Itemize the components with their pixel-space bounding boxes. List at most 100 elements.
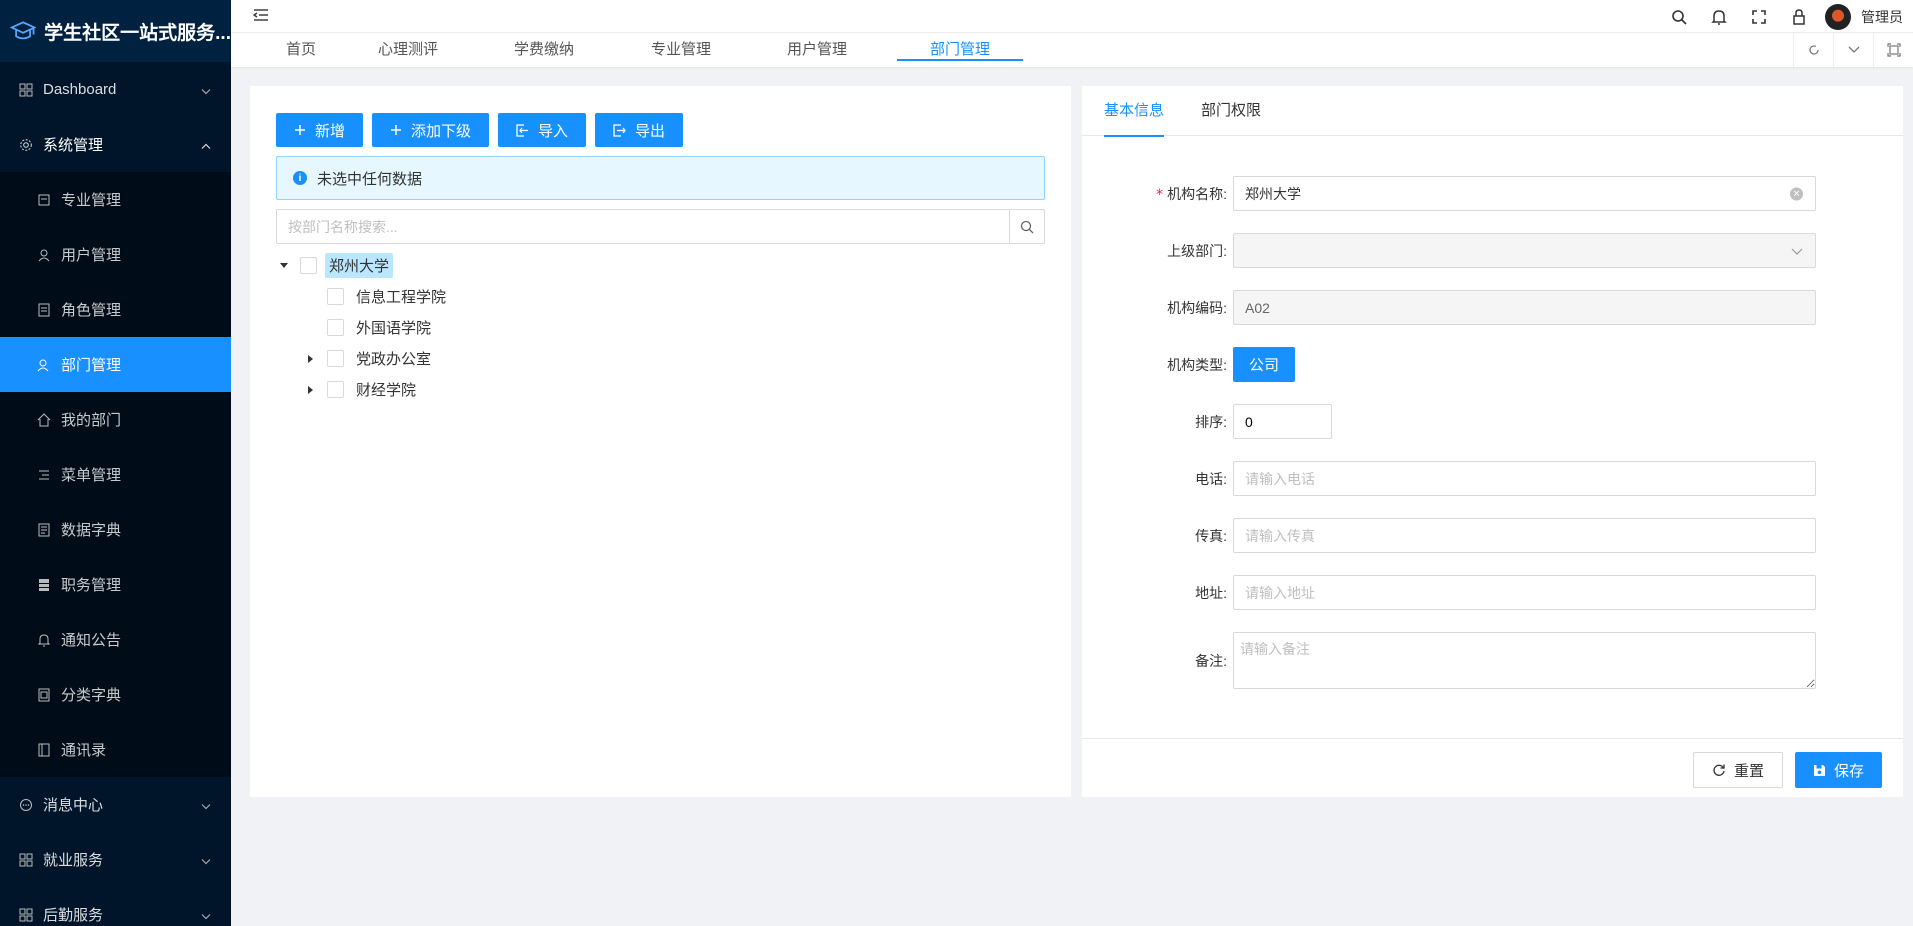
department-detail-panel: 基本信息 部门权限 * 机构名称: 郑州大学 ✕ 上级部门: 机构编码: A02 … [1082,86,1903,797]
sidebar-item-label: 通知公告 [61,632,122,649]
tree-node[interactable]: 信息工程学院 [276,281,450,312]
tree-checkbox[interactable] [327,381,344,398]
tree-node[interactable]: 财经学院 [276,374,450,405]
sidebar-group-label: Dashboard [43,81,117,98]
reset-button[interactable]: 重置 [1693,752,1784,788]
avatar[interactable] [1825,3,1851,30]
role-icon [36,302,52,318]
sidebar-item-category[interactable]: 分类字典 [0,667,231,722]
username[interactable]: 管理员 [1861,7,1903,27]
search-button[interactable] [1009,210,1044,243]
sidebar-item-department[interactable]: 部门管理 [0,337,231,392]
tree-checkbox[interactable] [300,257,317,274]
name-field[interactable]: 郑州大学 ✕ [1233,176,1816,211]
tree-node-label[interactable]: 财经学院 [352,377,420,402]
address-label: 地址: [1195,584,1227,601]
system-submenu: 专业管理 用户管理 角色管理 部门管理 我的部门 菜单管理 数据字典 职务管理 [0,172,231,777]
form-row-code: 机构编码: A02 [1082,290,1903,325]
import-button[interactable]: 导入 [498,113,587,147]
chevron-down-icon [201,81,211,98]
sidebar-item-major[interactable]: 专业管理 [0,172,231,227]
phone-label: 电话: [1195,470,1227,487]
export-button[interactable]: 导出 [595,113,684,147]
import-button-label: 导入 [538,122,569,140]
caret-down-icon[interactable] [276,258,292,274]
sidebar-group-logistics[interactable]: 后勤服务 [0,887,231,926]
sidebar-group-system[interactable]: 系统管理 [0,117,231,172]
chevron-down-icon [201,906,211,923]
fax-label: 传真: [1195,527,1227,544]
parent-department-select[interactable] [1233,233,1816,268]
sidebar-item-dictionary[interactable]: 数据字典 [0,502,231,557]
menu-list-icon [36,467,52,483]
sidebar-item-position[interactable]: 职务管理 [0,557,231,612]
search-input[interactable] [277,210,1009,243]
sidebar-item-label: 我的部门 [61,412,122,429]
tab-psych-test[interactable]: 心理测评 [378,33,438,67]
add-button[interactable]: 新增 [276,113,364,147]
tab-home[interactable]: 首页 [286,33,316,67]
tab-department-permission[interactable]: 部门权限 [1201,86,1261,136]
tree-node-label[interactable]: 外国语学院 [352,315,435,340]
caret-right-icon[interactable] [303,382,319,398]
refresh-icon[interactable] [1793,33,1833,67]
form-footer: 重置 保存 [1082,738,1903,797]
tree-node-label[interactable]: 党政办公室 [352,346,435,371]
address-input[interactable] [1233,575,1816,610]
top-header: 管理员 [231,0,1913,33]
tree-checkbox[interactable] [327,319,344,336]
phone-input[interactable] [1233,461,1816,496]
reload-icon [1712,763,1726,777]
form-row-phone: 电话: [1082,461,1903,496]
tab-major[interactable]: 专业管理 [651,33,711,67]
add-button-label: 新增 [315,122,346,140]
logistics-icon [18,907,34,923]
sidebar-item-my-department[interactable]: 我的部门 [0,392,231,447]
app-logo[interactable]: 学生社区一站式服务... [0,0,231,62]
bell-icon[interactable] [1699,9,1739,25]
sidebar-group-employment[interactable]: 就业服务 [0,832,231,887]
category-icon [36,687,52,703]
form-row-remark: 备注: [1082,632,1903,689]
caret-right-icon[interactable] [303,351,319,367]
menu-fold-icon[interactable] [252,8,269,25]
tree-checkbox[interactable] [327,288,344,305]
tab-user[interactable]: 用户管理 [787,33,847,67]
lock-icon[interactable] [1779,8,1819,25]
fax-input[interactable] [1233,518,1816,553]
search-icon[interactable] [1659,9,1699,25]
clear-icon[interactable]: ✕ [1790,187,1803,200]
fullscreen-icon[interactable] [1739,9,1779,25]
toolbar: 新增 添加下级 导入 导出 [276,113,684,147]
sidebar-item-menu[interactable]: 菜单管理 [0,447,231,502]
sidebar-group-dashboard[interactable]: Dashboard [0,62,231,117]
order-label: 排序: [1195,413,1227,430]
department-search [276,209,1045,244]
save-button[interactable]: 保存 [1795,752,1883,788]
sidebar-item-label: 数据字典 [61,522,122,539]
position-icon [36,577,52,593]
org-type-company-option[interactable]: 公司 [1233,347,1296,382]
remark-textarea[interactable] [1233,632,1816,689]
selection-alert: i 未选中任何数据 [276,156,1045,200]
chevron-down-icon[interactable] [1833,33,1873,67]
tab-tuition[interactable]: 学费缴纳 [514,33,574,67]
sidebar-item-role[interactable]: 角色管理 [0,282,231,337]
sidebar-item-contacts[interactable]: 通讯录 [0,722,231,777]
expand-icon[interactable] [1873,33,1913,67]
tab-basic-info[interactable]: 基本信息 [1104,86,1165,137]
tab-department[interactable]: 部门管理 [897,33,1023,67]
graduation-cap-icon [10,21,37,40]
tree-node-label[interactable]: 郑州大学 [325,253,394,278]
code-field[interactable]: A02 [1233,290,1816,325]
sidebar-item-user[interactable]: 用户管理 [0,227,231,282]
tree-node-label[interactable]: 信息工程学院 [352,284,450,309]
order-input[interactable] [1233,404,1332,439]
tree-node[interactable]: 党政办公室 [276,343,450,374]
tree-checkbox[interactable] [327,350,344,367]
sidebar-group-message[interactable]: 消息中心 [0,777,231,832]
sidebar-item-notice[interactable]: 通知公告 [0,612,231,667]
tree-node[interactable]: 外国语学院 [276,312,450,343]
add-child-button[interactable]: 添加下级 [372,113,490,147]
tree-node[interactable]: 郑州大学 [276,250,450,281]
